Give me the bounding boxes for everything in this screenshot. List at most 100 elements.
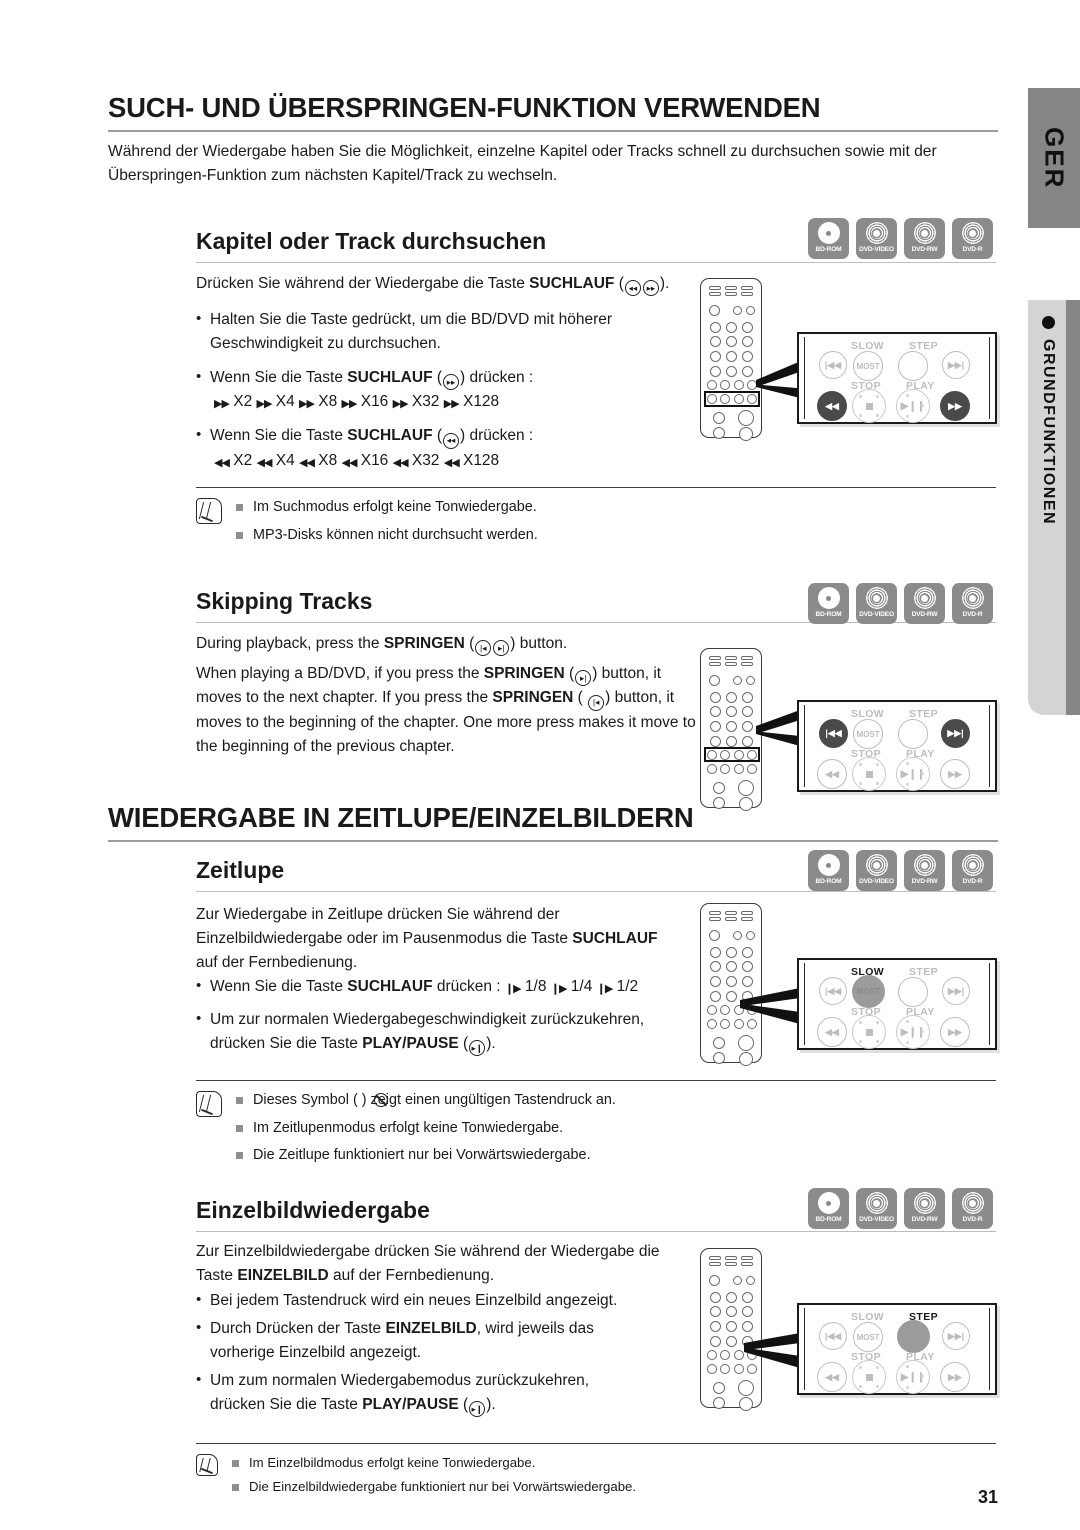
bullet-line-2-post: ). <box>486 1396 496 1414</box>
disc-icon-dvd-rw: DVD-RW <box>904 583 945 624</box>
disc-label: DVD-RW <box>911 1215 938 1223</box>
fast-forward-button[interactable]: ▶▶ <box>940 1362 970 1392</box>
rewind-button[interactable]: ◀◀ <box>817 759 847 789</box>
p1-post: auf der Fernbedienung. <box>328 1267 495 1285</box>
play-pause-button[interactable]: ▶❙❙ <box>896 1360 930 1394</box>
dvd-video-glyph-icon <box>865 854 888 876</box>
next-track-button[interactable]: ▶▶| <box>942 1322 970 1350</box>
p2-bold-2: SPRINGEN <box>492 689 574 707</box>
forward-speed-sequence: ▶▶ X2 ▶▶ X4 ▶▶ X8 ▶▶ X16 ▶▶ X32 ▶▶ X128 <box>214 393 500 411</box>
p1-close: ) button. <box>510 635 568 652</box>
callout-panel-step: SLOW STEP |◀◀ MOST ▶▶| STOP PLAY ◀◀ ▶❙❙ … <box>797 1303 997 1395</box>
disc-icon-dvd-r: DVD-R <box>952 583 993 624</box>
stop-dots <box>853 1016 885 1048</box>
bullet-post: drücken : <box>432 978 505 995</box>
rewind-button[interactable]: ◀◀ <box>817 391 847 421</box>
note-item: MP3-Disks können nicht durchsucht werden… <box>234 525 996 547</box>
memo-note-icon <box>196 1091 222 1117</box>
play-pause-button-icon: ▸❙ <box>469 1040 486 1057</box>
bullet-post: ) drücken : <box>460 427 534 445</box>
play-dots <box>897 390 929 422</box>
play-pause-button[interactable]: ▶❙❙ <box>896 757 930 791</box>
stop-button[interactable] <box>852 1015 886 1049</box>
bullet-line-1: Um zur normalen Wiedergabegeschwindigkei… <box>210 1011 645 1029</box>
bullet-bold: SUCHLAUF <box>347 369 433 387</box>
dvd-video-glyph-icon <box>865 1192 888 1214</box>
fast-forward-arrow-icon: ▶▶ <box>443 398 460 411</box>
disc-label: DVD-RW <box>911 610 938 618</box>
prev-track-button[interactable]: |◀◀ <box>819 351 847 379</box>
bullet-bold: EINZELBILD <box>385 1320 477 1338</box>
prev-track-button[interactable]: |◀◀ <box>819 719 848 748</box>
disc-label: BD-ROM <box>815 1215 842 1223</box>
fast-forward-arrow-icon: ▶▶ <box>256 398 273 411</box>
slow-most-button[interactable]: MOST <box>853 1322 883 1352</box>
play-pause-button[interactable]: ▶❙❙ <box>896 389 930 423</box>
skip-next-button-icon: ▸| <box>493 640 510 657</box>
play-dots <box>897 758 929 790</box>
lead-open: ( <box>614 275 624 292</box>
page-title-search-skip: SUCH- UND ÜBERSPRINGEN-FUNKTION VERWENDE… <box>108 92 998 132</box>
sub4-paragraph: Zur Einzelbildwiedergabe drücken Sie wäh… <box>196 1240 691 1288</box>
disc-label: DVD-VIDEO <box>859 610 894 618</box>
dvd-r-glyph-icon <box>961 854 984 876</box>
slow-most-button[interactable]: MOST <box>853 351 883 381</box>
disc-type-row-4: BD-ROM DVD-VIDEO DVD-RW DVD-R <box>808 1188 993 1229</box>
fast-forward-arrow-icon: ▶▶ <box>341 398 358 411</box>
rewind-arrow-icon: ◀◀ <box>299 456 315 469</box>
disc-type-row-3: BD-ROM DVD-VIDEO DVD-RW DVD-R <box>808 850 993 891</box>
step-button[interactable] <box>897 1320 930 1353</box>
reverse-speed-sequence: ◀◀ X2 ◀◀ X4 ◀◀ X8 ◀◀ X16 ◀◀ X32 ◀◀ X128 <box>214 451 500 469</box>
prev-track-button[interactable]: |◀◀ <box>819 1322 847 1350</box>
slow-most-button[interactable]: MOST <box>853 719 883 749</box>
disc-type-row-2: BD-ROM DVD-VIDEO DVD-RW DVD-R <box>808 583 993 624</box>
bullet-bold: SUCHLAUF <box>347 427 433 445</box>
disc-label: DVD-R <box>962 610 983 618</box>
bullet-slow-speeds: Wenn Sie die Taste SUCHLAUF drücken : ❙▶… <box>196 974 696 999</box>
lead-text: Drücken Sie während der Wiedergabe die T… <box>196 275 530 292</box>
fast-forward-button[interactable]: ▶▶ <box>940 391 970 421</box>
fast-forward-button[interactable]: ▶▶ <box>940 759 970 789</box>
page-title-slow-step: WIEDERGABE IN ZEITLUPE/EINZELBILDERN <box>108 802 998 842</box>
note-item: Die Einzelbildwiedergabe funktioniert nu… <box>230 1477 996 1497</box>
disc-label: DVD-RW <box>911 877 938 885</box>
disc-label: DVD-VIDEO <box>859 1215 894 1223</box>
stop-button[interactable] <box>852 757 886 791</box>
subheading-kapitel-durchsuchen: Kapitel oder Track durchsuchen <box>196 228 996 263</box>
most-label: MOST <box>856 361 880 371</box>
dvd-rw-glyph-icon <box>913 1192 936 1214</box>
disc-icon-bd-rom: BD-ROM <box>808 1188 849 1229</box>
search-forward-button-icon: ▸▸ <box>443 374 460 391</box>
fast-forward-button[interactable]: ▶▶ <box>940 1017 970 1047</box>
disc-icon-dvd-r: DVD-R <box>952 1188 993 1229</box>
slow-most-button[interactable]: MOST <box>852 975 885 1008</box>
stop-button[interactable] <box>852 389 886 423</box>
fast-forward-arrow-icon: ▶▶ <box>392 398 409 411</box>
note-item: Im Einzelbildmodus erfolgt keine Tonwied… <box>230 1453 996 1473</box>
bullet-line-2-pre: drücken Sie die Taste <box>210 1396 363 1414</box>
bullet-hold-button: Halten Sie die Taste gedrückt, um die BD… <box>196 307 696 356</box>
bd-rom-glyph-icon <box>817 854 840 876</box>
remote-control-illustration-2 <box>700 648 762 811</box>
next-track-button[interactable]: ▶▶| <box>942 977 970 1005</box>
memo-note-icon <box>196 498 222 524</box>
bullet-line-1: Um zum normalen Wiedergabemodus zurückzu… <box>210 1372 590 1390</box>
step-button[interactable] <box>898 977 928 1007</box>
step-button[interactable] <box>898 719 928 749</box>
disc-label: DVD-VIDEO <box>859 877 894 885</box>
prev-track-button[interactable]: |◀◀ <box>819 977 847 1005</box>
step-button[interactable] <box>898 351 928 381</box>
fast-forward-arrow-icon: ▶▶ <box>299 398 315 411</box>
rewind-button[interactable]: ◀◀ <box>817 1362 847 1392</box>
rewind-button[interactable]: ◀◀ <box>817 1017 847 1047</box>
next-track-button[interactable]: ▶▶| <box>942 351 970 379</box>
stop-button[interactable] <box>852 1360 886 1394</box>
play-pause-button[interactable]: ▶❙❙ <box>896 1015 930 1049</box>
play-dots <box>897 1016 929 1048</box>
next-track-button[interactable]: ▶▶| <box>941 719 970 748</box>
bullet-pre: Wenn Sie die Taste <box>210 978 348 995</box>
note-box-einzelbild: Im Einzelbildmodus erfolgt keine Tonwied… <box>196 1443 996 1503</box>
stop-dots <box>853 758 885 790</box>
bd-rom-glyph-icon <box>817 587 840 609</box>
bullet-pre: Wenn Sie die Taste <box>210 369 348 387</box>
